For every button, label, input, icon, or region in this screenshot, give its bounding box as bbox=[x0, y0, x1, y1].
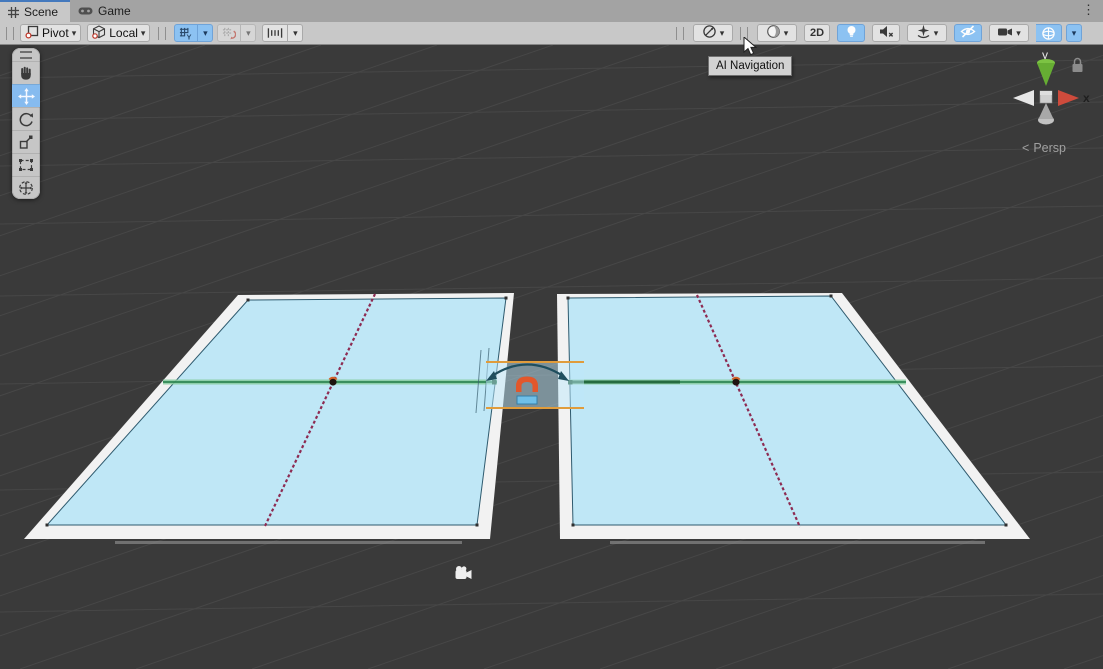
chevron-down-icon: ▾ bbox=[784, 29, 789, 38]
mouse-cursor bbox=[743, 37, 759, 63]
tool-move[interactable] bbox=[12, 84, 40, 107]
effects-icon bbox=[916, 24, 931, 42]
navmesh-right bbox=[568, 296, 1006, 525]
chevron-down-icon: ▾ bbox=[720, 29, 725, 38]
snap-increment-dropdown[interactable]: ▾ bbox=[288, 24, 303, 42]
scene-grid-icon bbox=[8, 7, 19, 18]
local-label: Local bbox=[109, 26, 138, 40]
axis-x-label: x bbox=[1083, 91, 1090, 105]
eye-slash-icon bbox=[960, 25, 976, 41]
scene-toolbar: Pivot ▾ Local ▾ Y bbox=[0, 22, 1103, 45]
chevron-down-icon: ▾ bbox=[1072, 29, 1077, 38]
tab-strip: Scene Game ⋮ bbox=[0, 0, 1103, 22]
scene-visibility-button[interactable] bbox=[954, 24, 982, 42]
ai-navigation-overlay-button[interactable]: ▾ bbox=[693, 24, 733, 42]
pivot-label: Pivot bbox=[42, 26, 69, 40]
ai-navigation-overlay-icon bbox=[702, 24, 717, 42]
tools-overlay bbox=[12, 48, 40, 199]
chevron-down-icon: ▾ bbox=[1016, 29, 1021, 38]
shading-mode-button[interactable]: ▾ bbox=[757, 24, 797, 42]
scene-viewport[interactable]: y x <Persp bbox=[0, 45, 1103, 669]
rotate-icon bbox=[18, 111, 34, 127]
axis-x-cone bbox=[1058, 90, 1079, 106]
shading-mode-icon bbox=[766, 24, 781, 42]
chevron-down-icon: ▾ bbox=[934, 29, 939, 38]
projection-mode-label: <Persp bbox=[1022, 141, 1066, 155]
gizmos-group bbox=[1036, 24, 1062, 42]
pivot-dropdown[interactable]: Pivot ▾ bbox=[20, 24, 81, 42]
scale-icon bbox=[18, 134, 34, 150]
tab-game[interactable]: Game bbox=[70, 0, 143, 22]
snap-increment-group: ▾ bbox=[262, 24, 303, 42]
camera-settings-button[interactable]: ▾ bbox=[989, 24, 1029, 42]
2d-toggle-button[interactable]: 2D bbox=[804, 24, 830, 42]
tab-scene-label: Scene bbox=[24, 5, 58, 19]
local-dropdown[interactable]: Local ▾ bbox=[87, 24, 150, 42]
hand-icon bbox=[18, 65, 34, 81]
gizmos-dropdown[interactable]: ▾ bbox=[1066, 24, 1082, 42]
axis-neg-y-cone bbox=[1039, 103, 1054, 119]
navmesh-left bbox=[47, 298, 506, 525]
snap-increment-button[interactable] bbox=[262, 24, 288, 42]
grid-snap-dropdown[interactable]: ▾ bbox=[241, 24, 256, 42]
scene-grid bbox=[0, 45, 1103, 669]
tool-transform[interactable] bbox=[12, 176, 40, 199]
navmesh-link-selected[interactable] bbox=[486, 362, 584, 408]
scene-camera-gizmo-icon[interactable] bbox=[456, 566, 472, 579]
gamepad-icon bbox=[78, 6, 93, 16]
toolbar-drag-handle[interactable] bbox=[676, 27, 684, 40]
tab-scene[interactable]: Scene bbox=[0, 0, 70, 22]
pivot-icon bbox=[25, 25, 39, 42]
scene-lighting-button[interactable] bbox=[837, 24, 865, 42]
light-bulb-icon bbox=[845, 25, 858, 42]
rect-tool-icon bbox=[18, 157, 34, 173]
toolbar-drag-handle[interactable] bbox=[6, 27, 14, 40]
grid-visibility-toggle[interactable]: Y bbox=[174, 24, 198, 42]
court-right[interactable] bbox=[557, 293, 1030, 543]
tool-rotate[interactable] bbox=[12, 107, 40, 130]
grid-visibility-group: Y ▾ bbox=[174, 24, 213, 42]
tool-rect[interactable] bbox=[12, 153, 40, 176]
move-icon bbox=[18, 88, 35, 105]
camera-icon bbox=[997, 26, 1013, 41]
cube-local-icon bbox=[92, 25, 106, 42]
chevron-down-icon: ▾ bbox=[72, 29, 77, 38]
toolbar-drag-handle[interactable] bbox=[158, 27, 166, 40]
grid-snap-toggle[interactable] bbox=[217, 24, 241, 42]
audio-mute-button[interactable] bbox=[872, 24, 900, 42]
effects-button[interactable]: ▾ bbox=[907, 24, 947, 42]
grid-visibility-dropdown[interactable]: ▾ bbox=[198, 24, 213, 42]
link-endpoint-marker-left bbox=[329, 378, 336, 386]
tools-overlay-handle[interactable] bbox=[12, 48, 40, 61]
tool-scale[interactable] bbox=[12, 130, 40, 153]
court-left[interactable] bbox=[24, 293, 514, 543]
unity-scene-view-window: Scene Game ⋮ Pivot ▾ bbox=[0, 0, 1103, 669]
tab-game-label: Game bbox=[98, 4, 131, 18]
link-endpoint-marker-right bbox=[732, 378, 739, 386]
grid-axis-letter: Y bbox=[187, 32, 192, 40]
orientation-gizmo[interactable]: y x <Persp bbox=[1013, 48, 1090, 155]
axis-y-cone bbox=[1037, 63, 1055, 86]
grid-snap-group: ▾ bbox=[217, 24, 256, 42]
gizmos-toggle[interactable] bbox=[1036, 24, 1062, 42]
chevron-down-icon: ▾ bbox=[141, 29, 146, 38]
audio-mute-icon bbox=[879, 25, 894, 41]
2d-label: 2D bbox=[810, 27, 824, 39]
transform-icon bbox=[18, 180, 34, 196]
tab-overflow-menu[interactable]: ⋮ bbox=[1074, 0, 1103, 22]
tool-hand[interactable] bbox=[12, 61, 40, 84]
